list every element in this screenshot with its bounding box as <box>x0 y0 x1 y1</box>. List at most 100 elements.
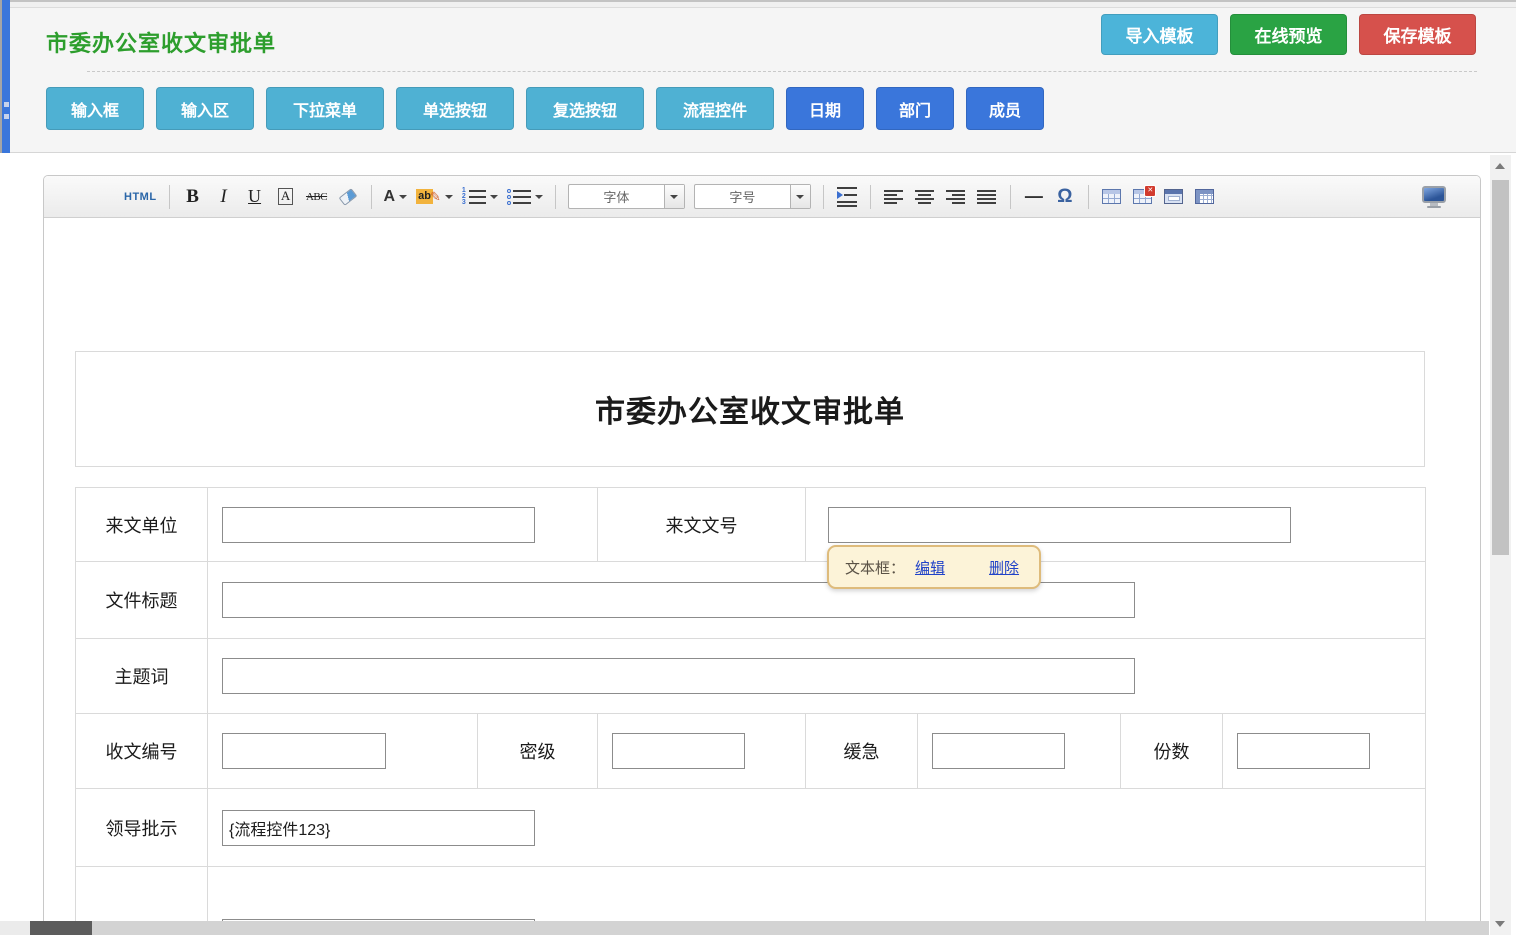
urgency-input[interactable] <box>932 733 1065 769</box>
cell-properties-button[interactable] <box>1194 183 1216 211</box>
add-dropdown-menu-button[interactable]: 下拉菜单 <box>266 87 384 130</box>
unordered-list-button[interactable] <box>507 183 543 211</box>
import-template-button[interactable]: 导入模板 <box>1101 14 1218 55</box>
insert-table-button[interactable] <box>1101 183 1123 211</box>
font-color-button[interactable]: A <box>384 183 408 211</box>
bold-button[interactable]: B <box>182 183 204 211</box>
table-properties-icon <box>1164 189 1183 204</box>
table-row: 文件标题 <box>76 562 1426 639</box>
horizontal-scrollbar[interactable] <box>0 921 1489 935</box>
form-control-palette: 输入框 输入区 下拉菜单 单选按钮 复选按钮 流程控件 日期 部门 成员 <box>46 87 1044 130</box>
copies-input[interactable] <box>1237 733 1370 769</box>
fullscreen-button[interactable] <box>1422 183 1446 211</box>
editor-toolbar: HTML B I U A ABC A ab✎ 1 2 3 字体 <box>44 176 1480 218</box>
add-department-button[interactable]: 部门 <box>876 87 954 130</box>
hscrollbar-thumb[interactable] <box>30 921 92 935</box>
html-source-button[interactable]: HTML <box>124 183 157 211</box>
font-family-dropdown-button[interactable] <box>664 185 684 208</box>
delete-table-button[interactable] <box>1132 183 1154 211</box>
label-source-unit: 来文单位 <box>76 488 208 562</box>
ordered-list-button[interactable]: 1 2 3 <box>462 183 498 211</box>
add-checkbox-button[interactable]: 复选按钮 <box>526 87 644 130</box>
add-flow-control-button[interactable]: 流程控件 <box>656 87 774 130</box>
unordered-list-icon <box>507 189 531 205</box>
horizontal-rule-button[interactable]: — <box>1023 183 1045 211</box>
tooltip-edit-link[interactable]: 编辑 <box>915 557 945 578</box>
chevron-down-icon <box>535 195 543 199</box>
table-row: 收文编号 密级 缓急 份数 <box>76 714 1426 789</box>
align-justify-button[interactable] <box>976 183 998 211</box>
table-properties-button[interactable] <box>1163 183 1185 211</box>
bold-icon: B <box>186 186 199 208</box>
scrollbar-thumb[interactable] <box>1492 180 1509 555</box>
align-center-button[interactable] <box>914 183 936 211</box>
receipt-number-input[interactable] <box>222 733 386 769</box>
hscroll-left-zone[interactable] <box>0 921 30 935</box>
tooltip-delete-link[interactable]: 删除 <box>989 557 1019 578</box>
subject-words-input[interactable] <box>222 658 1135 694</box>
toolbar-separator <box>371 185 372 209</box>
pen-icon: ✎ <box>430 189 441 205</box>
editor-canvas[interactable]: 市委办公室收文审批单 来文单位 来文文号 文件标题 <box>44 218 1480 935</box>
ordered-list-icon: 1 2 3 <box>462 189 486 205</box>
scroll-up-icon[interactable] <box>1495 163 1505 169</box>
remove-format-button[interactable] <box>337 183 359 211</box>
special-char-button[interactable]: Ω <box>1054 183 1076 211</box>
approval-form-table: 来文单位 来文文号 文件标题 主题词 收文编号 密级 <box>75 487 1426 935</box>
strikethrough-button[interactable]: ABC <box>306 183 328 211</box>
font-family-value: 字体 <box>569 185 664 208</box>
textbox-tooltip: 文本框： 编辑 删除 <box>827 545 1041 589</box>
align-left-button[interactable] <box>883 183 905 211</box>
rich-text-editor: HTML B I U A ABC A ab✎ 1 2 3 字体 <box>43 175 1481 935</box>
tooltip-label: 文本框： <box>845 557 905 578</box>
align-right-button[interactable] <box>945 183 967 211</box>
char-border-button[interactable]: A <box>275 183 297 211</box>
strip-mark <box>4 114 9 119</box>
label-subject-words: 主题词 <box>76 639 208 714</box>
underline-icon: U <box>248 186 261 207</box>
table-icon <box>1102 189 1121 204</box>
cell-grid-icon <box>1195 189 1214 204</box>
document-number-input[interactable] <box>828 507 1291 543</box>
leader-instructions-input[interactable] <box>222 810 535 846</box>
security-level-input[interactable] <box>612 733 745 769</box>
table-row: 来文单位 来文文号 <box>76 488 1426 562</box>
add-member-button[interactable]: 成员 <box>966 87 1044 130</box>
table-delete-icon <box>1133 189 1152 204</box>
add-date-button[interactable]: 日期 <box>786 87 864 130</box>
table-row: 领导批示 <box>76 789 1426 867</box>
chevron-down-icon <box>399 195 407 199</box>
underline-button[interactable]: U <box>244 183 266 211</box>
save-template-button[interactable]: 保存模板 <box>1359 14 1476 55</box>
horizontal-rule-icon: — <box>1025 186 1043 207</box>
add-input-box-button[interactable]: 输入框 <box>46 87 144 130</box>
chevron-down-icon <box>490 195 498 199</box>
toolbar-separator <box>870 185 871 209</box>
background-window-strip <box>0 0 10 153</box>
toolbar-separator <box>169 185 170 209</box>
font-size-dropdown-button[interactable] <box>790 185 810 208</box>
highlight-color-button[interactable]: ab✎ <box>416 183 453 211</box>
source-unit-input[interactable] <box>222 507 535 543</box>
chevron-down-icon <box>670 195 678 199</box>
label-leader-instructions: 领导批示 <box>76 789 208 867</box>
table-row: 主题词 <box>76 639 1426 714</box>
label-document-number: 来文文号 <box>598 488 806 562</box>
align-center-icon <box>915 190 934 204</box>
font-size-select[interactable]: 字号 <box>694 184 811 209</box>
font-family-select[interactable]: 字体 <box>568 184 685 209</box>
strip-mark <box>4 102 9 107</box>
online-preview-button[interactable]: 在线预览 <box>1230 14 1347 55</box>
add-input-area-button[interactable]: 输入区 <box>156 87 254 130</box>
omega-icon: Ω <box>1057 186 1072 208</box>
vertical-scrollbar[interactable] <box>1490 155 1511 935</box>
italic-icon: I <box>220 186 226 208</box>
toolbar-separator <box>823 185 824 209</box>
eraser-icon <box>338 188 357 206</box>
add-radio-button-button[interactable]: 单选按钮 <box>396 87 514 130</box>
label-copies: 份数 <box>1121 714 1223 789</box>
font-color-icon: A <box>384 188 396 206</box>
scroll-down-icon[interactable] <box>1495 921 1505 927</box>
italic-button[interactable]: I <box>213 183 235 211</box>
indent-button[interactable] <box>836 183 858 211</box>
